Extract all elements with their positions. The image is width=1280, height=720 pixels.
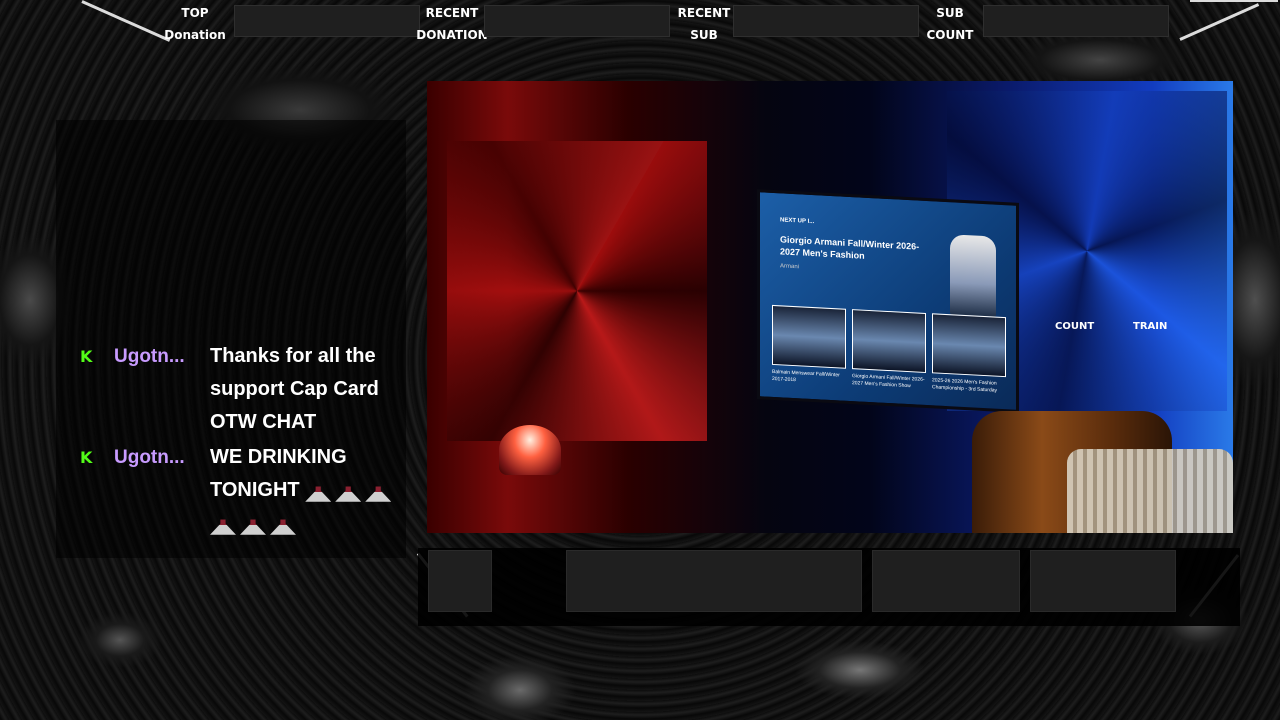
bottle-emote-icon bbox=[240, 512, 266, 535]
glass bbox=[1067, 449, 1233, 533]
count-label: COUNT bbox=[1055, 321, 1095, 332]
bottle-emote-icon bbox=[210, 512, 236, 535]
sub-count-label-line2: COUNT bbox=[926, 28, 974, 42]
recent-donation-label: RECENT DONATION bbox=[412, 2, 492, 46]
kick-badge-icon: K bbox=[80, 347, 93, 366]
sub-count-label: SUB COUNT bbox=[910, 2, 990, 46]
camera-feed: NEXT UP I... Giorgio Armani Fall/Winter … bbox=[427, 81, 1233, 533]
top-donation-label: TOP Donation bbox=[155, 2, 235, 46]
bottom-box bbox=[428, 550, 492, 612]
tv-caption: Giorgio Armani Fall/Winter 2026-2027 Men… bbox=[852, 373, 925, 390]
bottle-emote-icon bbox=[270, 512, 296, 535]
tv-person-image bbox=[950, 234, 996, 317]
tv-caption: Balmain Menswear Fall/Winter 2017-2018 bbox=[772, 368, 840, 384]
tv-thumbnail bbox=[932, 313, 1006, 378]
sub-count-box bbox=[983, 5, 1169, 37]
recent-donation-label-line2: DONATION bbox=[416, 28, 488, 42]
lamp bbox=[499, 425, 561, 475]
chat-username[interactable]: Ugotn... bbox=[114, 345, 198, 369]
bottom-box bbox=[1030, 550, 1176, 612]
recent-sub-box bbox=[733, 5, 919, 37]
recent-donation-box bbox=[484, 5, 670, 37]
chat-text: Thanks for all the support Cap Card OTW … bbox=[210, 345, 379, 433]
chat-text-block: WE DRINKING TONIGHT bbox=[210, 441, 400, 540]
tv-title: Giorgio Armani Fall/Winter 2026-2027 Men… bbox=[780, 234, 920, 261]
kick-badge-icon: K bbox=[80, 448, 93, 467]
tv-subtitle: Armani bbox=[780, 263, 800, 271]
chat-message: K Ugotn... WE DRINKING TONIGHT bbox=[80, 446, 400, 546]
tv-thumbnail bbox=[772, 304, 846, 369]
chat-text: WE DRINKING TONIGHT bbox=[210, 446, 347, 501]
chat-message: K Ugotn... Thanks for all the support Ca… bbox=[80, 345, 400, 435]
train-label: TRAIN bbox=[1133, 321, 1168, 332]
red-acoustic-panel bbox=[447, 141, 707, 441]
top-donation-label-line1: TOP bbox=[181, 6, 209, 20]
sub-count-label-line1: SUB bbox=[936, 6, 964, 20]
top-donation-box bbox=[234, 5, 420, 37]
chat-panel: K Ugotn... Thanks for all the support Ca… bbox=[56, 120, 406, 558]
top-donation-label-line2: Donation bbox=[164, 28, 226, 42]
bottle-emote-icon bbox=[365, 479, 392, 502]
top-stats-bar: TOP Donation RECENT DONATION RECENT SUB … bbox=[0, 0, 1280, 42]
tv-thumbnail bbox=[852, 309, 926, 373]
bottle-emote-icon bbox=[305, 479, 332, 502]
tv-caption: 2025-26 2026 Men's Fashion Championship … bbox=[932, 377, 998, 394]
recent-donation-label-line1: RECENT bbox=[425, 6, 479, 20]
recent-sub-label-line2: SUB bbox=[690, 28, 718, 42]
recent-sub-label-line1: RECENT bbox=[677, 6, 731, 20]
recent-sub-label: RECENT SUB bbox=[664, 2, 744, 46]
tv-header: NEXT UP I... bbox=[780, 217, 815, 226]
bottom-box bbox=[566, 550, 862, 612]
chat-username[interactable]: Ugotn... bbox=[114, 446, 198, 470]
bottle-emote-icon bbox=[335, 479, 362, 502]
tv-screen: NEXT UP I... Giorgio Armani Fall/Winter … bbox=[757, 189, 1019, 413]
bottom-box bbox=[872, 550, 1020, 612]
